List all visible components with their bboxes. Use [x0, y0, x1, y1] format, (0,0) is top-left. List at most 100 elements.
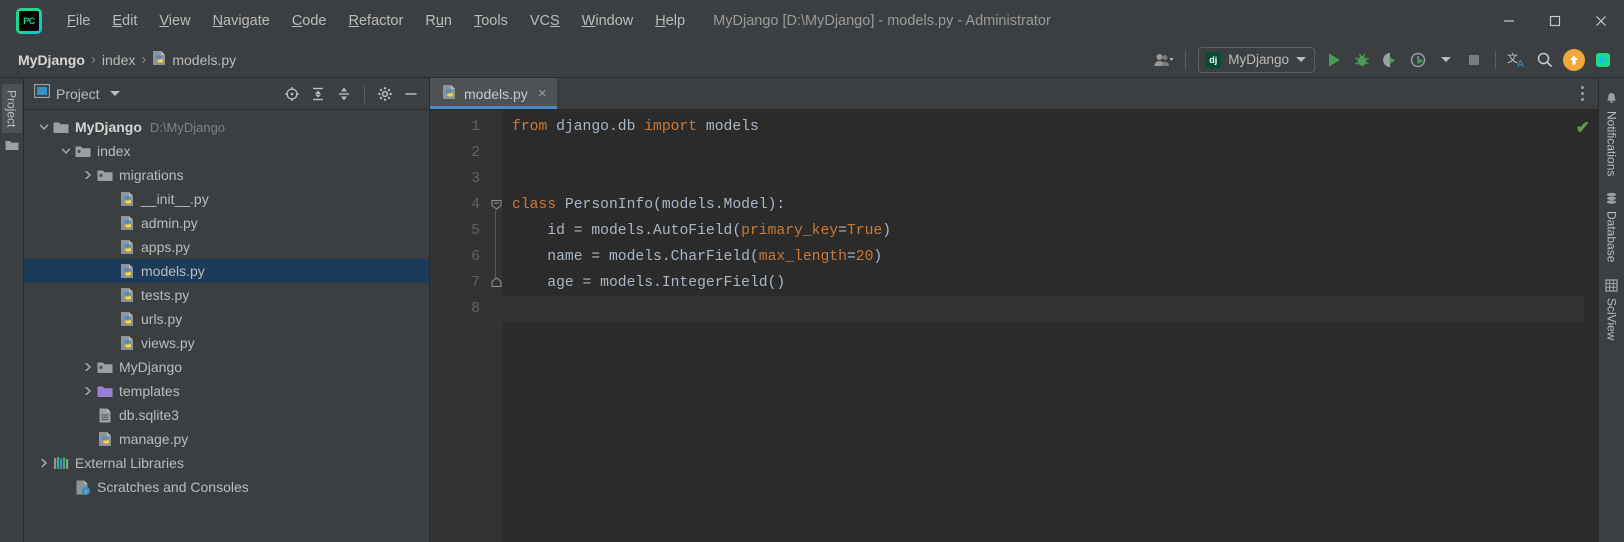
chevron-right-icon[interactable] — [36, 458, 52, 468]
run-configuration-selector[interactable]: dj MyDjango — [1198, 46, 1315, 73]
line-number: 8 — [471, 301, 480, 317]
debug-button[interactable] — [1349, 47, 1375, 73]
tree-item-index[interactable]: index — [24, 139, 429, 163]
code-editor[interactable]: 1 2 3 4 5 6 7 8 from django.db import models cl… — [430, 110, 1598, 542]
window-controls — [1486, 0, 1624, 42]
tree-item-mydjango[interactable]: MyDjango D:\MyDjango — [24, 115, 429, 139]
code-token: age = models.IntegerField() — [512, 275, 786, 291]
minimize-button[interactable] — [1486, 0, 1532, 42]
code-token: class — [512, 197, 565, 213]
panel-divider — [364, 84, 365, 103]
code-folding-gutter[interactable] — [490, 110, 502, 542]
fold-marker-open[interactable] — [490, 192, 502, 218]
tree-item-label: db.sqlite3 — [119, 407, 179, 423]
sidebar-tab-sciview[interactable]: SciView — [1603, 273, 1621, 346]
inspection-status-icon[interactable]: ✔ — [1576, 118, 1590, 138]
run-button[interactable] — [1321, 47, 1347, 73]
menu-item-window[interactable]: Window — [571, 9, 645, 33]
chevron-right-icon[interactable] — [80, 386, 96, 396]
menu-item-view[interactable]: View — [148, 9, 201, 33]
menu-item-edit[interactable]: Edit — [101, 9, 148, 33]
tree-item-__init__-py[interactable]: __init__.py — [24, 187, 429, 211]
translate-button[interactable]: 文 A — [1504, 47, 1530, 73]
more-options-icon[interactable] — [1575, 80, 1590, 107]
breadcrumb-item-mydjango[interactable]: MyDjango — [14, 50, 89, 70]
main-content: Project Project MyDjango D:\MyDjango ind… — [0, 78, 1624, 542]
chevron-down-icon[interactable] — [109, 91, 120, 96]
menu-item-refactor[interactable]: Refactor — [338, 9, 415, 33]
code-line[interactable]: age = models.IntegerField() — [502, 270, 1584, 296]
chevron-right-icon[interactable] — [80, 170, 96, 180]
code-content[interactable]: from django.db import models class Perso… — [502, 110, 1584, 542]
code-line[interactable]: from django.db import models — [502, 114, 1584, 140]
menu-item-run[interactable]: Run — [414, 9, 463, 33]
run-with-coverage-button[interactable] — [1377, 47, 1403, 73]
menu-item-tools[interactable]: Tools — [463, 9, 519, 33]
select-opened-file-icon[interactable] — [280, 82, 304, 106]
menu-item-vcs[interactable]: VCS — [519, 9, 571, 33]
close-button[interactable] — [1578, 0, 1624, 42]
code-token: ) — [882, 223, 892, 239]
chevron-down-icon[interactable] — [36, 122, 52, 132]
tree-item-models-py[interactable]: models.py — [24, 259, 429, 283]
code-line[interactable] — [502, 140, 1584, 166]
code-line[interactable]: class PersonInfo(models.Model): — [502, 192, 1584, 218]
chevron-down-icon — [1296, 57, 1306, 62]
tree-item-urls-py[interactable]: urls.py — [24, 307, 429, 331]
tree-item-mydjango[interactable]: MyDjango — [24, 355, 429, 379]
search-everywhere-button[interactable] — [1532, 47, 1558, 73]
breadcrumb-item-index[interactable]: index — [98, 50, 139, 70]
templates-folder-icon — [96, 385, 114, 398]
update-project-button[interactable] — [1560, 47, 1588, 73]
fold-marker-close[interactable] — [490, 270, 502, 296]
tree-item-admin-py[interactable]: admin.py — [24, 211, 429, 235]
libraries-icon — [52, 456, 70, 470]
tree-item-migrations[interactable]: migrations — [24, 163, 429, 187]
chevron-right-icon[interactable] — [80, 362, 96, 372]
project-tree[interactable]: MyDjango D:\MyDjango index migrations __init… — [24, 110, 429, 542]
editor-scrollbar[interactable] — [1584, 110, 1598, 542]
close-icon[interactable]: × — [538, 85, 547, 102]
tree-item-label: manage.py — [119, 431, 189, 447]
tree-item-label: models.py — [141, 263, 205, 279]
sidebar-tab-database[interactable]: Database — [1603, 186, 1621, 268]
hide-panel-icon[interactable] — [399, 82, 423, 106]
tree-item-tests-py[interactable]: tests.py — [24, 283, 429, 307]
tree-item-manage-py[interactable]: manage.py — [24, 427, 429, 451]
maximize-button[interactable] — [1532, 0, 1578, 42]
python-file-icon — [118, 311, 136, 327]
stop-button[interactable] — [1461, 47, 1487, 73]
account-button[interactable] — [1151, 47, 1177, 73]
code-line[interactable] — [502, 296, 1584, 322]
code-line[interactable]: id = models.AutoField(primary_key=True) — [502, 218, 1584, 244]
tree-item-views-py[interactable]: views.py — [24, 331, 429, 355]
fold-placeholder — [490, 296, 502, 322]
tree-item-db-sqlite3[interactable]: db.sqlite3 — [24, 403, 429, 427]
breadcrumb-separator: › — [141, 51, 147, 68]
profile-button[interactable] — [1405, 47, 1431, 73]
expand-all-icon[interactable] — [306, 82, 330, 106]
code-line[interactable] — [502, 166, 1584, 192]
breadcrumb-item-models-py[interactable]: models.py — [148, 48, 240, 71]
sidebar-tab-project[interactable]: Project — [1, 84, 22, 134]
line-number: 4 — [471, 197, 480, 213]
code-line[interactable]: name = models.CharField(max_length=20) — [502, 244, 1584, 270]
line-number: 5 — [471, 223, 480, 239]
profile-dropdown[interactable] — [1433, 47, 1459, 73]
menu-item-code[interactable]: Code — [281, 9, 338, 33]
chevron-down-icon[interactable] — [58, 146, 74, 156]
tree-item-templates[interactable]: templates — [24, 379, 429, 403]
gear-icon[interactable] — [373, 82, 397, 106]
tree-item-external-libraries[interactable]: External Libraries — [24, 451, 429, 475]
menu-item-navigate[interactable]: Navigate — [202, 9, 281, 33]
menu-item-help[interactable]: Help — [644, 9, 696, 33]
sidebar-tab-notifications[interactable]: Notifications — [1603, 86, 1621, 182]
collapse-all-icon[interactable] — [332, 82, 356, 106]
tree-item-apps-py[interactable]: apps.py — [24, 235, 429, 259]
tree-item-scratches-and-consoles[interactable]: i Scratches and Consoles — [24, 475, 429, 499]
ide-badge-icon[interactable] — [1590, 47, 1616, 73]
update-badge-icon — [1563, 48, 1585, 71]
editor-tab-models-py[interactable]: models.py × — [430, 78, 557, 109]
menu-item-file[interactable]: File — [56, 9, 101, 33]
fold-placeholder — [490, 218, 502, 244]
